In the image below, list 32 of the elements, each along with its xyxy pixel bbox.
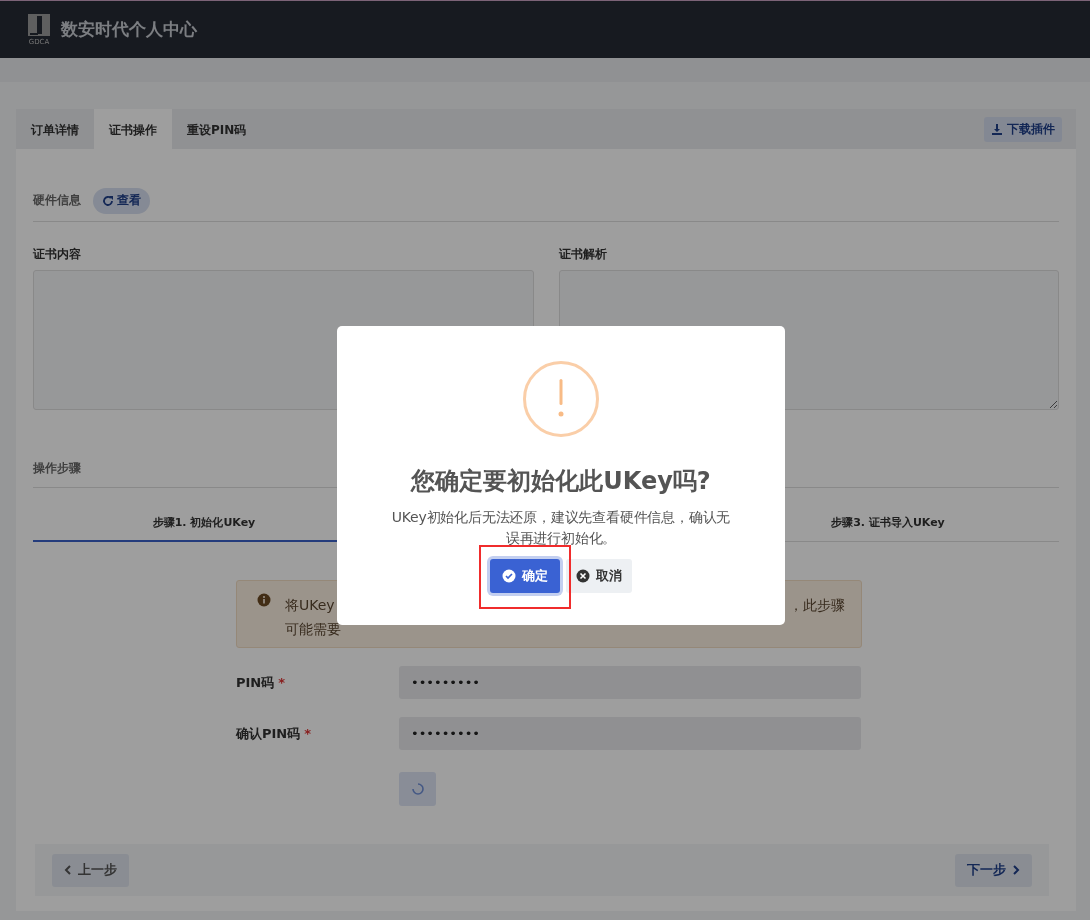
alert-text: 将UKey [285, 596, 335, 615]
cancel-button[interactable]: 取消 [566, 559, 632, 593]
panel-label: 证书解析 [558, 246, 608, 263]
dialog-message: UKey初始化后无法还原，建议先查看硬件信息，确认无误再进行初始化。 [390, 508, 732, 548]
close-circle-icon [576, 569, 590, 583]
panel-label: 证书内容 [33, 246, 82, 263]
field-label: 确认PIN码 * [236, 724, 313, 743]
alert-text: ，此步骤 [789, 596, 845, 615]
pin-field[interactable]: ••••••••• [399, 666, 861, 699]
submit-button[interactable] [399, 772, 436, 806]
download-icon [991, 123, 1003, 135]
next-button[interactable]: 下一步 [955, 853, 1032, 887]
refresh-icon [102, 194, 114, 207]
view-button[interactable]: 查看 [93, 187, 150, 214]
hardware-label: 硬件信息 [33, 192, 81, 209]
spinner-icon [410, 782, 425, 796]
alert-text: 可能需要 [285, 620, 341, 639]
tab[interactable]: 证书操作 [94, 109, 172, 149]
download-button[interactable]: 下载插件 [984, 116, 1062, 142]
app-title: 数安时代个人中心 [61, 18, 197, 41]
tab[interactable]: 订单详情 [16, 109, 94, 149]
tab[interactable]: 重设PIN码 [172, 109, 262, 149]
prev-button[interactable]: 上一步 [52, 853, 129, 887]
field-label: PIN码 * [236, 673, 287, 692]
logo-icon [28, 13, 50, 38]
chevron-right-icon [1012, 865, 1020, 875]
confirm-button[interactable]: 确定 [490, 559, 560, 593]
chevron-left-icon [64, 865, 72, 875]
info-icon [257, 593, 271, 607]
warning-icon [523, 361, 599, 437]
pin-field[interactable]: ••••••••• [399, 717, 861, 750]
check-circle-icon [502, 569, 516, 583]
